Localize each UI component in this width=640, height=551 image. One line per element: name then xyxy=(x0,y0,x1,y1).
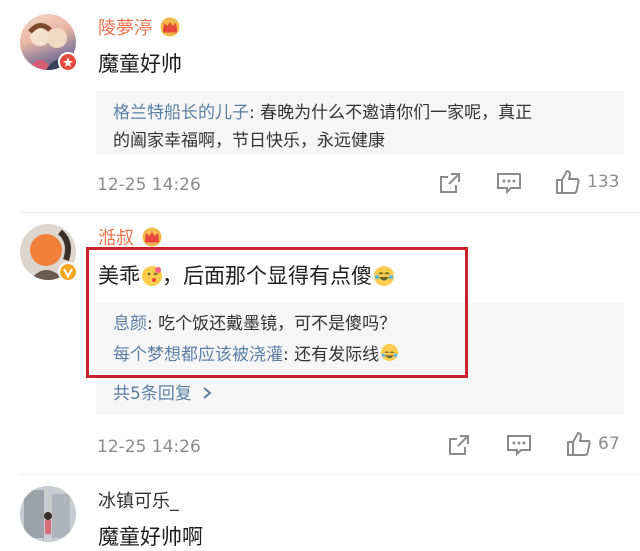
comment-text: 魔童好帅啊 xyxy=(98,525,203,549)
comment-icon xyxy=(507,435,531,457)
username-text[interactable]: 陵夢渟 xyxy=(98,18,152,39)
reply-text-continued: 的阖家幸福啊，节日快乐，永远健康 xyxy=(113,131,385,151)
username-text[interactable]: 湉叔 xyxy=(98,228,134,249)
comment-username[interactable]: 冰镇可乐_ xyxy=(98,487,179,513)
thumbs-up-icon xyxy=(556,169,580,194)
highlight-box xyxy=(86,247,468,378)
like-count: 133 xyxy=(587,172,620,192)
avatar-image xyxy=(20,486,76,542)
verified-badge-icon xyxy=(58,262,78,282)
more-replies-text[interactable]: 共5条回复 xyxy=(113,384,192,404)
avatar[interactable] xyxy=(20,486,76,542)
comment-text: 魔童好帅 xyxy=(98,52,182,76)
comment-icon xyxy=(497,173,521,195)
share-button[interactable] xyxy=(438,171,462,199)
comment-timestamp: 12-25 14:26 xyxy=(97,437,201,457)
like-button[interactable]: 67 xyxy=(566,431,620,457)
comment-button[interactable] xyxy=(496,171,522,199)
like-button[interactable]: 133 xyxy=(555,169,619,195)
comment-button[interactable] xyxy=(506,433,532,461)
comment-username[interactable]: 陵夢渟 xyxy=(98,14,182,42)
level-badge-icon xyxy=(58,52,78,72)
share-icon xyxy=(449,435,469,455)
thumbs-up-icon xyxy=(567,431,591,456)
reply-line: 格兰特船长的儿子: 春晚为什么不邀请你们一家呢，真正 xyxy=(113,99,532,127)
reply-box[interactable]: 格兰特船长的儿子: 春晚为什么不邀请你们一家呢，真正 的阖家幸福啊，节日快乐，永… xyxy=(96,91,624,155)
share-button[interactable] xyxy=(447,433,471,461)
chevron-right-icon xyxy=(203,387,212,399)
reply-username[interactable]: 格兰特船长的儿子 xyxy=(113,103,249,123)
divider xyxy=(20,474,640,475)
comment-timestamp: 12-25 14:26 xyxy=(97,175,201,195)
reply-text: : 春晚为什么不邀请你们一家呢，真正 xyxy=(249,103,533,123)
divider xyxy=(20,212,640,213)
like-count: 67 xyxy=(598,434,620,454)
crown-badge-icon xyxy=(158,17,182,42)
more-replies-link[interactable]: 共5条回复 xyxy=(113,379,213,404)
share-icon xyxy=(440,173,460,193)
